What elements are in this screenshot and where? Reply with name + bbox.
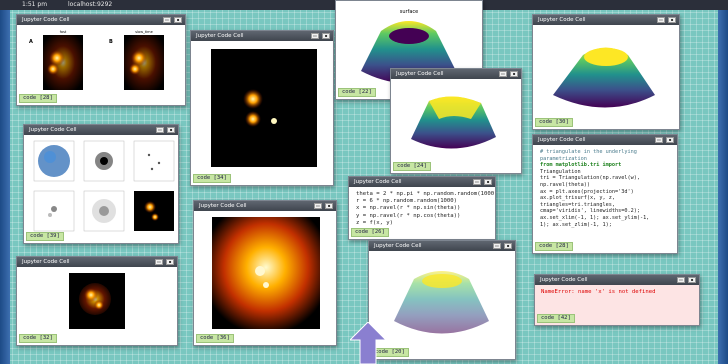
error-message: NameError: name 'x' is not defined [535, 285, 699, 299]
cell-titlebar[interactable]: Jupyter Code Cell ▭ ▪ [17, 15, 185, 25]
minimize-button[interactable]: ▭ [677, 277, 685, 283]
cell-titlebar[interactable]: Jupyter Code Cell ▭ ▪ [24, 125, 178, 135]
trash-icon[interactable]: ▪ [166, 259, 174, 265]
code-cell-30[interactable]: Jupyter Code Cell ▭ ▪ code [30] [532, 14, 680, 130]
right-frame [718, 0, 728, 364]
cell-title: Jupyter Code Cell [196, 33, 244, 39]
code-cell-24[interactable]: Jupyter Code Cell ▭ ▪ code [24] [390, 68, 522, 174]
trash-icon[interactable]: ▪ [504, 243, 512, 249]
cell-tag: code [30] [535, 118, 573, 127]
code-editor[interactable]: theta = 2 * np.pi * np.random.random(100… [349, 187, 495, 227]
code-cell-28-trisurf[interactable]: Jupyter Code Cell ▭ ▪ # triangulate in t… [532, 134, 678, 254]
cell-tag: code [28] [535, 242, 573, 251]
cell-titlebar[interactable]: Jupyter Code Cell ▭ ▪ [369, 241, 515, 251]
heatmap-large [211, 49, 317, 167]
minimize-button[interactable]: ▭ [657, 17, 665, 23]
panel-b-title: slow_time [135, 30, 152, 34]
cell-title: Jupyter Code Cell [538, 137, 586, 143]
cell-titlebar[interactable]: Jupyter Code Cell ▭ ▪ [191, 31, 333, 41]
cell-tag: code [28] [19, 94, 57, 103]
cell-tag: code [22] [338, 88, 376, 97]
cell-titlebar[interactable]: Jupyter Code Cell ▭ ▪ [17, 257, 177, 267]
cell-title: Jupyter Code Cell [199, 203, 247, 209]
cell-titlebar[interactable]: Jupyter Code Cell ▭ ▪ [535, 275, 699, 285]
cell-titlebar[interactable]: Jupyter Code Cell ▭ ▪ [194, 201, 336, 211]
trash-icon[interactable]: ▪ [688, 277, 696, 283]
cell-title: Jupyter Code Cell [540, 277, 588, 283]
cell-tag: code [26] [351, 228, 389, 237]
code-editor[interactable]: # triangulate in the underlying parametri… [533, 145, 677, 228]
code-cell-39[interactable]: Jupyter Code Cell ▭ ▪ code [39] [23, 124, 179, 244]
surface-peak [553, 47, 655, 108]
cell-titlebar[interactable]: Jupyter Code Cell ▭ ▪ [391, 69, 521, 79]
trash-icon[interactable]: ▪ [322, 33, 330, 39]
surface-halfbowl [411, 96, 496, 149]
clock: 1:51 pm [22, 1, 48, 8]
cell-tag: code [32] [19, 334, 57, 343]
trash-icon[interactable]: ▪ [174, 17, 182, 23]
cell-title: Jupyter Code Cell [396, 71, 444, 77]
code-cell-20[interactable]: Jupyter Code Cell ▭ ▪ code [20] [368, 240, 516, 360]
panel-a-title: fast [60, 30, 67, 34]
cell-title: Jupyter Code Cell [538, 17, 586, 23]
minimize-button[interactable]: ▭ [473, 179, 481, 185]
cell-title: Jupyter Code Cell [374, 243, 422, 249]
minimize-button[interactable]: ▭ [499, 71, 507, 77]
trash-icon[interactable]: ▪ [167, 127, 175, 133]
code-cell-34[interactable]: Jupyter Code Cell ▭ ▪ code [34] [190, 30, 334, 186]
cell-tag: code [36] [196, 334, 234, 343]
cell-tag: code [34] [193, 174, 231, 183]
cell-tag: code [42] [537, 314, 575, 323]
subplot-grid [33, 140, 175, 232]
code-cell-28[interactable]: Jupyter Code Cell ▭ ▪ A B fast slow_time… [16, 14, 186, 106]
panel-a-label: A [29, 39, 33, 45]
minimize-button[interactable]: ▭ [655, 137, 663, 143]
code-cell-32[interactable]: Jupyter Code Cell ▭ ▪ code [32] [16, 256, 178, 346]
surface-title: surface [400, 9, 418, 15]
trash-icon[interactable]: ▪ [668, 17, 676, 23]
cell-title: Jupyter Code Cell [354, 179, 402, 185]
trash-icon[interactable]: ▪ [325, 203, 333, 209]
minimize-button[interactable]: ▭ [156, 127, 164, 133]
minimize-button[interactable]: ▭ [155, 259, 163, 265]
up-arrow-icon [350, 322, 386, 364]
code-cell-26[interactable]: Jupyter Code Cell ▭ ▪ theta = 2 * np.pi … [348, 176, 496, 240]
trash-icon[interactable]: ▪ [510, 71, 518, 77]
heatmap-pair: A B fast slow_time [29, 30, 164, 90]
url-label: localhost:9292 [68, 1, 113, 8]
trash-icon[interactable]: ▪ [666, 137, 674, 143]
cell-title: Jupyter Code Cell [22, 17, 70, 23]
cell-title: Jupyter Code Cell [22, 259, 70, 265]
left-frame [0, 0, 10, 364]
scatter-3d [394, 271, 489, 334]
minimize-button[interactable]: ▭ [163, 17, 171, 23]
heatmap-glow [212, 217, 320, 329]
code-cell-42[interactable]: Jupyter Code Cell ▭ ▪ NameError: name 'x… [534, 274, 700, 326]
panel-b-label: B [109, 39, 113, 45]
minimize-button[interactable]: ▭ [314, 203, 322, 209]
cell-tag: code [39] [26, 232, 64, 241]
cell-titlebar[interactable]: Jupyter Code Cell ▭ ▪ [533, 135, 677, 145]
minimize-button[interactable]: ▭ [493, 243, 501, 249]
cell-titlebar[interactable]: Jupyter Code Cell ▭ ▪ [349, 177, 495, 187]
cell-titlebar[interactable]: Jupyter Code Cell ▭ ▪ [533, 15, 679, 25]
cell-title: Jupyter Code Cell [29, 127, 77, 133]
code-cell-36[interactable]: Jupyter Code Cell ▭ ▪ code [36] [193, 200, 337, 346]
cell-tag: code [24] [393, 162, 431, 171]
trash-icon[interactable]: ▪ [484, 179, 492, 185]
minimize-button[interactable]: ▭ [311, 33, 319, 39]
